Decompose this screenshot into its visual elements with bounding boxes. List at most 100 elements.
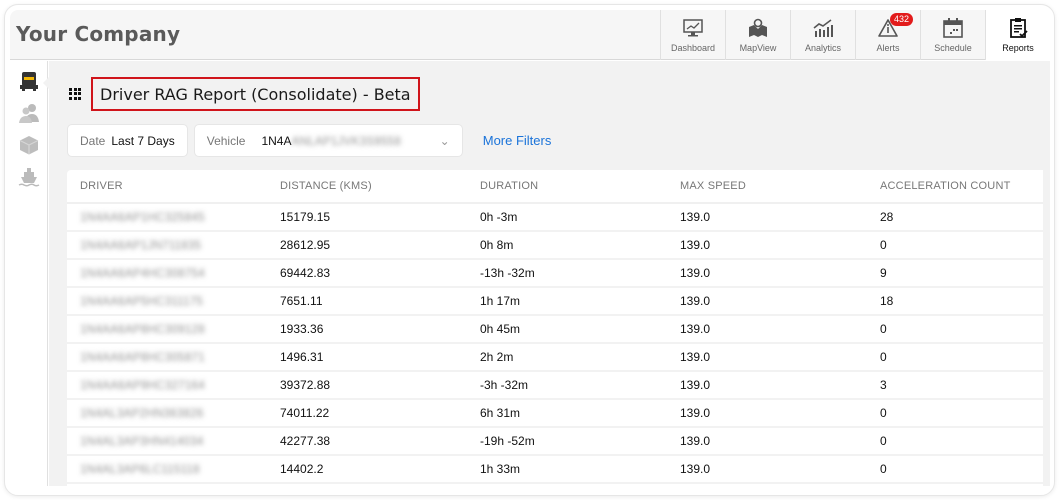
table-row[interactable]: 1N4AL3AP6LC115118 14402.2 1h 33m 139.0 0 <box>67 455 1043 484</box>
max-speed-cell-text: 139.0 <box>680 238 711 252</box>
duration-cell: -19h -52m <box>467 427 667 456</box>
distance-cell: 69442.83 <box>267 259 467 288</box>
acceleration-count-cell-text: 0 <box>880 462 887 476</box>
duration-cell: -3h -32m <box>467 371 667 400</box>
acceleration-count-cell-text: 0 <box>880 238 887 252</box>
distance-cell: 39372.88 <box>267 371 467 400</box>
duration-cell: 1h 33m <box>467 455 667 484</box>
schedule-icon <box>942 17 964 39</box>
nav-mapview[interactable]: MapView <box>725 10 790 60</box>
table-row[interactable]: 1N4AA6AP1HC325845 15179.15 0h -3m 139.0 28 <box>67 203 1043 232</box>
analytics-icon <box>812 17 834 39</box>
driver-cell-text: 1N4AL3AP2HN363826 <box>80 406 204 420</box>
nav-reports[interactable]: Reports <box>985 10 1050 60</box>
acceleration-count-cell: 0 <box>867 315 1043 344</box>
distance-cell-text: 14402.2 <box>280 462 324 476</box>
more-filters-link[interactable]: More Filters <box>483 133 552 148</box>
vehicle-filter[interactable]: Vehicle 1N4A ANLAP1JVK3S9558 ⌄ <box>193 124 463 157</box>
column-header-acceleration-count[interactable]: ACCELERATION COUNT <box>867 170 1043 204</box>
nav-label: Reports <box>1002 43 1034 53</box>
max-speed-cell: 139.0 <box>667 259 867 288</box>
sidebar-item-packages[interactable] <box>10 131 48 163</box>
chevron-down-icon[interactable]: ⌄ <box>440 134 450 148</box>
duration-cell: 0h 45m <box>467 315 667 344</box>
table-row[interactable]: 1N4AA6AP9HC327164 39372.88 -3h -32m 139.0 3 <box>67 371 1043 400</box>
sidebar-item-shipping[interactable] <box>10 163 48 195</box>
duration-cell-text: -19h -52m <box>480 434 535 448</box>
column-header-max-speed[interactable]: MAX SPEED <box>667 170 867 204</box>
table-row[interactable]: 1N4AA6AP4HC308754 69442.83 -13h -32m 139.0 9 <box>67 259 1043 288</box>
date-filter[interactable]: Date Last 7 Days <box>67 124 188 157</box>
max-speed-cell: 139.0 <box>667 399 867 428</box>
alerts-count-badge: 432 <box>890 13 914 26</box>
acceleration-count-cell-text: 28 <box>880 210 894 224</box>
title-row: Driver RAG Report (Consolidate) - Beta <box>69 77 420 111</box>
duration-cell-text: 6h 31m <box>480 406 521 420</box>
duration-cell: 6h 31m <box>467 399 667 428</box>
nav-dashboard[interactable]: Dashboard <box>660 10 725 60</box>
table-row[interactable]: 1N4AL3AP2HN363826 74011.22 6h 31m 139.0 0 <box>67 399 1043 428</box>
max-speed-cell: 139.0 <box>667 455 867 484</box>
duration-cell-text: -13h -32m <box>480 266 535 280</box>
duration-cell-text: 0h 8m <box>480 238 514 252</box>
nav-alerts[interactable]: 432 Alerts <box>855 10 920 60</box>
table-row[interactable]: 1N4AL3AP3HN414034 42277.38 -19h -52m 139.0 0 <box>67 427 1043 456</box>
table-header-row: DRIVER DISTANCE (KMS) DURATION MAX SPEED… <box>67 170 1043 204</box>
acceleration-count-cell-text: 0 <box>880 406 887 420</box>
dashboard-icon <box>682 17 704 39</box>
acceleration-count-cell-text: 0 <box>880 434 887 448</box>
nav-schedule[interactable]: Schedule <box>920 10 985 60</box>
driver-cell-text: 1N4AL3AP6LC115118 <box>80 462 200 476</box>
duration-cell-text: 0h -3m <box>480 210 518 224</box>
driver-cell: 1N4AL3AP2HN363826 <box>67 399 267 428</box>
nav-analytics[interactable]: Analytics <box>790 10 855 60</box>
max-speed-cell-text: 139.0 <box>680 462 711 476</box>
max-speed-cell: 139.0 <box>667 371 867 400</box>
distance-cell-text: 74011.22 <box>280 406 330 420</box>
distance-cell: 1933.36 <box>267 315 467 344</box>
driver-cell: 1N4AA6AP8HC309128 <box>67 315 267 344</box>
distance-cell-text: 39372.88 <box>280 378 331 392</box>
filter-bar: Date Last 7 Days Vehicle 1N4A ANLAP1JVK3… <box>67 124 551 157</box>
nav-label: Analytics <box>804 43 841 53</box>
driver-cell: 1N4AA6AP8HC305871 <box>67 343 267 372</box>
package-icon <box>18 134 40 161</box>
max-speed-cell-text: 139.0 <box>680 350 711 364</box>
driver-cell: 1N4AA6AP5HC311175 <box>67 287 267 316</box>
top-navbar: Your Company Dashboard MapView Analytics… <box>10 10 1050 60</box>
max-speed-cell-text: 139.0 <box>680 322 711 336</box>
apps-grid-icon[interactable] <box>69 87 82 101</box>
acceleration-count-cell: 0 <box>867 231 1043 260</box>
brand-logo[interactable]: Your Company <box>16 22 180 46</box>
table-row[interactable]: 1N4AA6AP8HC305871 1496.31 2h 2m 139.0 0 <box>67 343 1043 372</box>
sidebar-item-drivers[interactable] <box>10 67 49 99</box>
driver-cell-text: 1N4AL3AP3HN414034 <box>80 434 204 448</box>
ship-icon <box>18 166 40 193</box>
acceleration-count-cell: 28 <box>867 203 1043 232</box>
max-speed-cell: 139.0 <box>667 287 867 316</box>
driver-cell: 1N4AL3AP3HN414034 <box>67 427 267 456</box>
nav-label: Dashboard <box>670 43 716 53</box>
main-nav: Dashboard MapView Analytics 432 Alerts S… <box>660 10 1050 60</box>
sidebar <box>10 61 49 486</box>
distance-cell-text: 69442.83 <box>280 266 331 280</box>
driver-cell-text: 1N4AA6AP5HC311175 <box>80 294 203 308</box>
column-header-distance[interactable]: DISTANCE (KMS) <box>267 170 467 204</box>
column-header-duration[interactable]: DURATION <box>467 170 667 204</box>
vehicle-filter-value: 1N4A ANLAP1JVK3S9558 <box>261 134 431 148</box>
max-speed-cell-text: 139.0 <box>680 266 711 280</box>
max-speed-cell-text: 139.0 <box>680 210 711 224</box>
table-row[interactable]: 1N4AA6AP8HC309128 1933.36 0h 45m 139.0 0 <box>67 315 1043 344</box>
max-speed-cell-text: 139.0 <box>680 406 711 420</box>
users-icon <box>18 102 40 129</box>
table-row[interactable]: 1N4AA6AP1JN711835 28612.95 0h 8m 139.0 0 <box>67 231 1043 260</box>
acceleration-count-cell: 18 <box>867 287 1043 316</box>
driver-cell: 1N4AA6AP1JN711835 <box>67 231 267 260</box>
duration-cell-text: 1h 33m <box>480 462 521 476</box>
table-row[interactable]: 1N4AA6AP5HC311175 7651.11 1h 17m 139.0 18 <box>67 287 1043 316</box>
sidebar-item-users[interactable] <box>10 99 48 131</box>
duration-cell-text: 1h 17m <box>480 294 521 308</box>
driver-cell: 1N4AA6AP1HC325845 <box>67 203 267 232</box>
acceleration-count-cell-text: 9 <box>880 266 887 280</box>
column-header-driver[interactable]: DRIVER <box>67 170 267 204</box>
